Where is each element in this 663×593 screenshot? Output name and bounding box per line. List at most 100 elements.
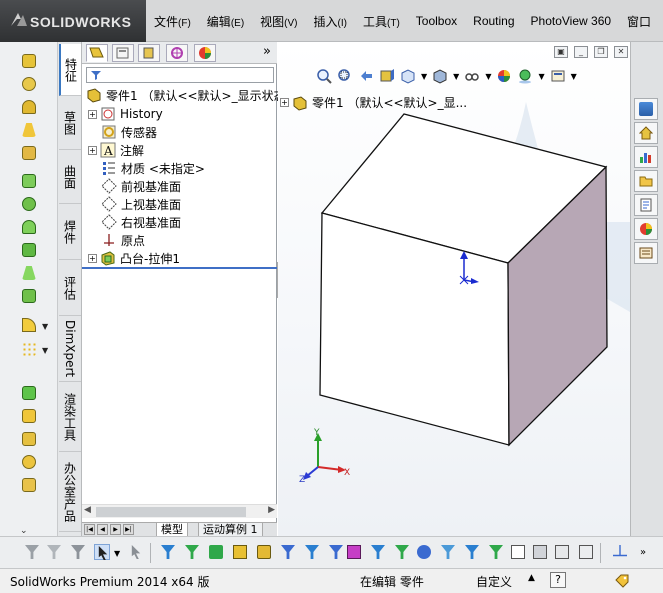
- filter-planes-icon[interactable]: [304, 544, 320, 560]
- hole-wizard-icon[interactable]: [20, 195, 38, 213]
- minimize-icon[interactable]: _: [574, 46, 588, 58]
- tree-root[interactable]: 零件1 （默认<<默认>_显示状态: [86, 86, 286, 104]
- menu-item[interactable]: 文件(F): [146, 13, 199, 30]
- previous-view-icon[interactable]: [358, 68, 374, 84]
- filter-edges-icon[interactable]: [184, 544, 200, 560]
- expand-icon[interactable]: +: [280, 98, 289, 107]
- next-tab-icon[interactable]: ▶: [110, 524, 121, 535]
- feature-tree-tab[interactable]: [86, 44, 108, 62]
- intersect-icon[interactable]: [20, 476, 38, 494]
- menu-item[interactable]: 工具(T): [355, 13, 408, 30]
- units-selector[interactable]: 自定义: [476, 573, 512, 590]
- restore-icon[interactable]: ❐: [594, 46, 608, 58]
- prev-tab-icon[interactable]: ◀: [97, 524, 108, 535]
- zoom-to-area-icon[interactable]: [337, 68, 353, 84]
- tab-features[interactable]: 特征: [59, 44, 81, 96]
- more-tabs-button[interactable]: »: [263, 44, 271, 59]
- loft-boss-icon[interactable]: [20, 121, 38, 139]
- tree-node-annotations[interactable]: + A 注解: [88, 141, 144, 159]
- tree-node-top-plane[interactable]: 上视基准面: [101, 195, 181, 213]
- shell-icon[interactable]: [20, 430, 38, 448]
- expand-icon[interactable]: +: [88, 253, 97, 263]
- filter-weld-symbols-icon[interactable]: [532, 544, 548, 560]
- expand-icon[interactable]: +: [88, 109, 97, 119]
- graphics-area[interactable]: Y X Z ▣ _ ❐ ✕ ▼ ▼ ▼ ▼ ▼ + 零件1 （默认<<默认>_显…: [278, 42, 630, 536]
- hide-show-items-icon[interactable]: [464, 68, 480, 84]
- tab-weldments[interactable]: 焊件: [59, 204, 81, 260]
- select-pointer-icon[interactable]: [94, 544, 110, 560]
- rib-icon[interactable]: [20, 384, 38, 402]
- property-manager-tab[interactable]: [112, 44, 134, 62]
- solidworks-resources-tab[interactable]: [634, 98, 658, 120]
- expand-icon[interactable]: +: [88, 145, 97, 155]
- tab-motion-study[interactable]: 运动算例 1: [198, 523, 263, 537]
- tree-node-extrude[interactable]: + 凸台-拉伸1: [88, 249, 180, 267]
- tab-dimxpert[interactable]: DimXpert: [59, 316, 81, 382]
- tab-render-tools[interactable]: 渲染工具: [59, 382, 81, 452]
- appearances-tab[interactable]: [634, 218, 658, 240]
- section-view-icon[interactable]: [379, 68, 395, 84]
- triad-toolbar-icon[interactable]: [612, 544, 628, 560]
- filter-cosmetic-threads-icon[interactable]: [578, 544, 594, 560]
- tree-node-sensors[interactable]: 传感器: [101, 123, 157, 141]
- tab-office-products[interactable]: 办公室产品: [59, 452, 81, 532]
- scene-dropdown-icon[interactable]: ▼: [538, 72, 544, 81]
- tree-node-right-plane[interactable]: 右视基准面: [101, 213, 181, 231]
- scroll-right-icon[interactable]: ▶: [268, 505, 275, 515]
- wrap-icon[interactable]: [20, 453, 38, 471]
- pattern-dropdown-icon[interactable]: ▼: [42, 346, 48, 355]
- tree-node-history[interactable]: + History: [88, 105, 163, 123]
- filter-axes-icon[interactable]: [280, 544, 296, 560]
- units-dropdown-icon[interactable]: ▲: [528, 573, 535, 583]
- boundary-cut-icon[interactable]: [20, 287, 38, 305]
- filter-centerline-icon[interactable]: [394, 544, 410, 560]
- file-explorer-tab[interactable]: [634, 146, 658, 168]
- rebuild-tag-icon[interactable]: [614, 573, 630, 589]
- last-tab-icon[interactable]: ▶|: [123, 524, 134, 535]
- filter-sketch-points-icon[interactable]: [346, 544, 362, 560]
- tab-model[interactable]: 模型: [156, 523, 188, 537]
- filter-surface-bodies-icon[interactable]: [232, 544, 248, 560]
- boundary-boss-icon[interactable]: [20, 144, 38, 162]
- display-dropdown-icon[interactable]: ▼: [453, 72, 459, 81]
- toolbar-expand-icon[interactable]: ⌄: [20, 526, 28, 536]
- split-view-icon[interactable]: ▣: [554, 46, 568, 58]
- tree-node-material[interactable]: 材质 <未指定>: [101, 159, 205, 177]
- view-settings-icon[interactable]: [550, 68, 566, 84]
- fillet-dropdown-icon[interactable]: ▼: [42, 322, 48, 331]
- edit-appearance-icon[interactable]: [496, 68, 512, 84]
- orientation-dropdown-icon[interactable]: ▼: [421, 72, 427, 81]
- solidworks-logo[interactable]: SOLIDWORKS: [0, 0, 146, 42]
- help-icon[interactable]: ?: [550, 572, 566, 588]
- menu-item[interactable]: 插入(I): [306, 13, 355, 30]
- configuration-manager-tab[interactable]: [138, 44, 160, 62]
- sweep-boss-icon[interactable]: [20, 98, 38, 116]
- draft-icon[interactable]: [20, 407, 38, 425]
- display-manager-tab[interactable]: [194, 44, 216, 62]
- select-other-icon[interactable]: [128, 544, 144, 560]
- revolved-cut-icon[interactable]: [20, 218, 38, 236]
- scroll-thumb[interactable]: [96, 507, 246, 517]
- design-library-tab[interactable]: [634, 122, 658, 144]
- tree-node-origin[interactable]: 原点: [101, 231, 145, 249]
- display-style-icon[interactable]: [432, 68, 448, 84]
- filter-notes-icon[interactable]: [488, 544, 504, 560]
- tab-evaluate[interactable]: 评估: [59, 260, 81, 316]
- menu-item[interactable]: PhotoView 360: [523, 14, 620, 28]
- select-dropdown-icon[interactable]: ▼: [114, 549, 120, 558]
- custom-properties-tab[interactable]: [634, 194, 658, 216]
- menu-item[interactable]: 编辑(E): [199, 13, 252, 30]
- filter-solid-bodies-icon[interactable]: [256, 544, 272, 560]
- menu-item[interactable]: 视图(V): [252, 13, 305, 30]
- first-tab-icon[interactable]: |◀: [84, 524, 95, 535]
- revolve-boss-icon[interactable]: [20, 75, 38, 93]
- extruded-cut-icon[interactable]: [20, 172, 38, 190]
- menu-item[interactable]: 窗口: [619, 13, 659, 30]
- close-icon[interactable]: ✕: [614, 46, 628, 58]
- flyout-feature-tree[interactable]: + 零件1 （默认<<默认>_显...: [280, 94, 467, 111]
- filter-sketch-segments-icon[interactable]: [328, 544, 344, 560]
- extruded-boss-icon[interactable]: [20, 52, 38, 70]
- filter-surface-finish-icon[interactable]: [440, 544, 456, 560]
- tree-node-front-plane[interactable]: 前视基准面: [101, 177, 181, 195]
- toggle-filter-icon[interactable]: [24, 544, 40, 560]
